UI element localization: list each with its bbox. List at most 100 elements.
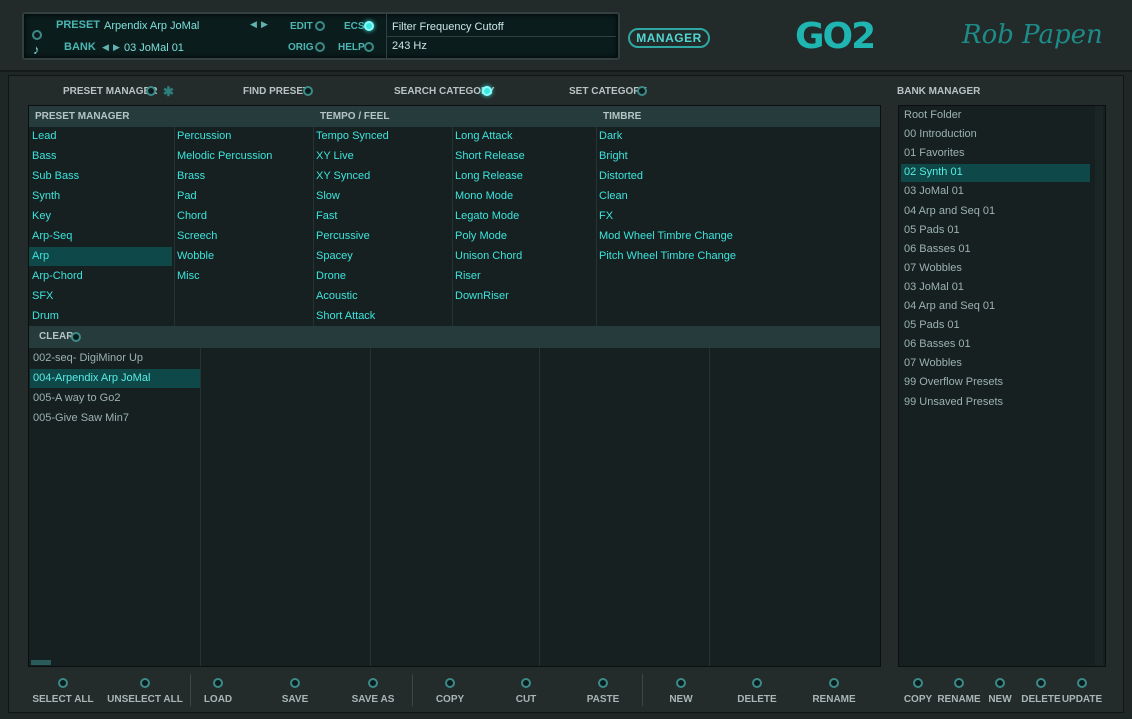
category-item[interactable]: Percussive xyxy=(316,230,370,242)
preset-item[interactable]: 005-Give Saw Min7 xyxy=(33,412,129,424)
select-all-button[interactable]: SELECT ALL xyxy=(18,678,108,705)
category-item[interactable]: Dark xyxy=(599,130,622,142)
bank-item[interactable]: 99 Unsaved Presets xyxy=(904,396,1003,408)
bank-item[interactable]: 03 JoMal 01 xyxy=(904,185,964,197)
paste-button[interactable]: PASTE xyxy=(558,678,648,705)
preset-display: ♪ PRESET Arpendix Arp JoMal ◀ ▶ BANK ◀ ▶… xyxy=(22,12,620,60)
category-item[interactable]: XY Synced xyxy=(316,170,370,182)
bank-item[interactable]: 05 Pads 01 xyxy=(904,224,960,236)
category-item[interactable]: Wobble xyxy=(177,250,214,262)
category-item[interactable]: Arp xyxy=(32,250,49,262)
category-item[interactable]: Poly Mode xyxy=(455,230,507,242)
category-item[interactable]: Pitch Wheel Timbre Change xyxy=(599,250,736,262)
category-item[interactable]: Long Release xyxy=(455,170,523,182)
category-item[interactable]: Melodic Percussion xyxy=(177,150,272,162)
bank-name[interactable]: 03 JoMal 01 xyxy=(124,42,184,54)
bank-item[interactable]: 04 Arp and Seq 01 xyxy=(904,300,995,312)
category-item[interactable]: Distorted xyxy=(599,170,643,182)
category-item[interactable]: Synth xyxy=(32,190,60,202)
category-item[interactable]: Fast xyxy=(316,210,337,222)
category-item[interactable]: Arp-Seq xyxy=(32,230,72,242)
category-item[interactable]: Bright xyxy=(599,150,628,162)
preset-item[interactable]: 004-Arpendix Arp JoMal xyxy=(33,372,150,384)
category-item[interactable]: Sub Bass xyxy=(32,170,79,182)
orig-led[interactable] xyxy=(315,42,325,52)
category-item[interactable]: Short Attack xyxy=(316,310,375,322)
category-item[interactable]: Bass xyxy=(32,150,56,162)
category-item[interactable]: Lead xyxy=(32,130,56,142)
category-item[interactable]: Clean xyxy=(599,190,628,202)
parameter-value: 243 Hz xyxy=(392,40,427,52)
gear-icon[interactable]: ✱ xyxy=(163,84,174,100)
bank-next-arrow-icon[interactable]: ▶ xyxy=(113,42,120,53)
button-led xyxy=(752,678,762,688)
set-category-led[interactable] xyxy=(637,86,647,96)
category-item[interactable]: Drum xyxy=(32,310,59,322)
bank-item[interactable]: 05 Pads 01 xyxy=(904,319,960,331)
button-label: RENAME xyxy=(812,694,856,705)
help-led[interactable] xyxy=(364,42,374,52)
button-led xyxy=(913,678,923,688)
category-item[interactable]: Key xyxy=(32,210,51,222)
category-item[interactable]: Screech xyxy=(177,230,217,242)
bank-prev-arrow-icon[interactable]: ◀ xyxy=(102,42,109,53)
category-item[interactable]: Percussion xyxy=(177,130,231,142)
category-item[interactable]: Riser xyxy=(455,270,481,282)
power-led[interactable] xyxy=(32,30,42,40)
category-item[interactable]: Mod Wheel Timbre Change xyxy=(599,230,733,242)
category-item[interactable]: Misc xyxy=(177,270,200,282)
category-item[interactable]: SFX xyxy=(32,290,53,302)
preset-next-arrow-icon[interactable]: ▶ xyxy=(261,19,268,30)
bank-item[interactable]: 99 Overflow Presets xyxy=(904,376,1003,388)
preset-item[interactable]: 005-A way to Go2 xyxy=(33,392,120,404)
bank-item[interactable]: 02 Synth 01 xyxy=(904,166,963,178)
button-label: UPDATE xyxy=(1061,694,1103,705)
button-label: NEW xyxy=(669,694,693,705)
bank-item[interactable]: Root Folder xyxy=(904,109,961,121)
find-preset-led[interactable] xyxy=(303,86,313,96)
category-item[interactable]: Slow xyxy=(316,190,340,202)
save-button[interactable]: SAVE xyxy=(250,678,340,705)
category-item[interactable]: Brass xyxy=(177,170,205,182)
preset-prev-arrow-icon[interactable]: ◀ xyxy=(250,19,257,30)
bank-label: BANK xyxy=(64,41,96,53)
bank-update-button[interactable]: UPDATE xyxy=(1057,678,1107,705)
manager-button[interactable]: MANAGER xyxy=(628,28,710,48)
preset-manager-led[interactable] xyxy=(146,86,156,96)
help-label: HELP xyxy=(338,42,365,53)
category-column-5: TIMBRE xyxy=(597,106,880,326)
category-item[interactable]: Chord xyxy=(177,210,207,222)
category-item[interactable]: FX xyxy=(599,210,613,222)
preset-item[interactable]: 002-seq- DigiMinor Up xyxy=(33,352,143,364)
bank-item[interactable]: 00 Introduction xyxy=(904,128,977,140)
clear-led[interactable] xyxy=(71,332,81,342)
button-led xyxy=(954,678,964,688)
category-item[interactable]: Unison Chord xyxy=(455,250,522,262)
bank-item[interactable]: 07 Wobbles xyxy=(904,357,962,369)
bank-item[interactable]: 06 Basses 01 xyxy=(904,338,971,350)
bank-item[interactable]: 03 JoMal 01 xyxy=(904,281,964,293)
category-item[interactable]: XY Live xyxy=(316,150,354,162)
bank-item[interactable]: 01 Favorites xyxy=(904,147,965,159)
category-item[interactable]: Short Release xyxy=(455,150,525,162)
ecs-led[interactable] xyxy=(364,21,374,31)
rename-button[interactable]: RENAME xyxy=(789,678,879,705)
category-item[interactable]: DownRiser xyxy=(455,290,509,302)
category-item[interactable]: Acoustic xyxy=(316,290,358,302)
category-item[interactable]: Spacey xyxy=(316,250,353,262)
bank-item[interactable]: 06 Basses 01 xyxy=(904,243,971,255)
edit-label: EDIT xyxy=(290,21,313,32)
category-item[interactable]: Drone xyxy=(316,270,346,282)
category-item[interactable]: Arp-Chord xyxy=(32,270,83,282)
bank-item[interactable]: 07 Wobbles xyxy=(904,262,962,274)
category-item[interactable]: Long Attack xyxy=(455,130,513,142)
search-category-led[interactable] xyxy=(482,86,492,96)
category-item[interactable]: Mono Mode xyxy=(455,190,513,202)
bank-item[interactable]: 04 Arp and Seq 01 xyxy=(904,205,995,217)
edit-led[interactable] xyxy=(315,21,325,31)
category-item[interactable]: Legato Mode xyxy=(455,210,519,222)
category-item[interactable]: Pad xyxy=(177,190,197,202)
category-item[interactable]: Tempo Synced xyxy=(316,130,389,142)
preset-name[interactable]: Arpendix Arp JoMal xyxy=(104,20,199,32)
horizontal-scrollbar[interactable] xyxy=(31,660,51,665)
